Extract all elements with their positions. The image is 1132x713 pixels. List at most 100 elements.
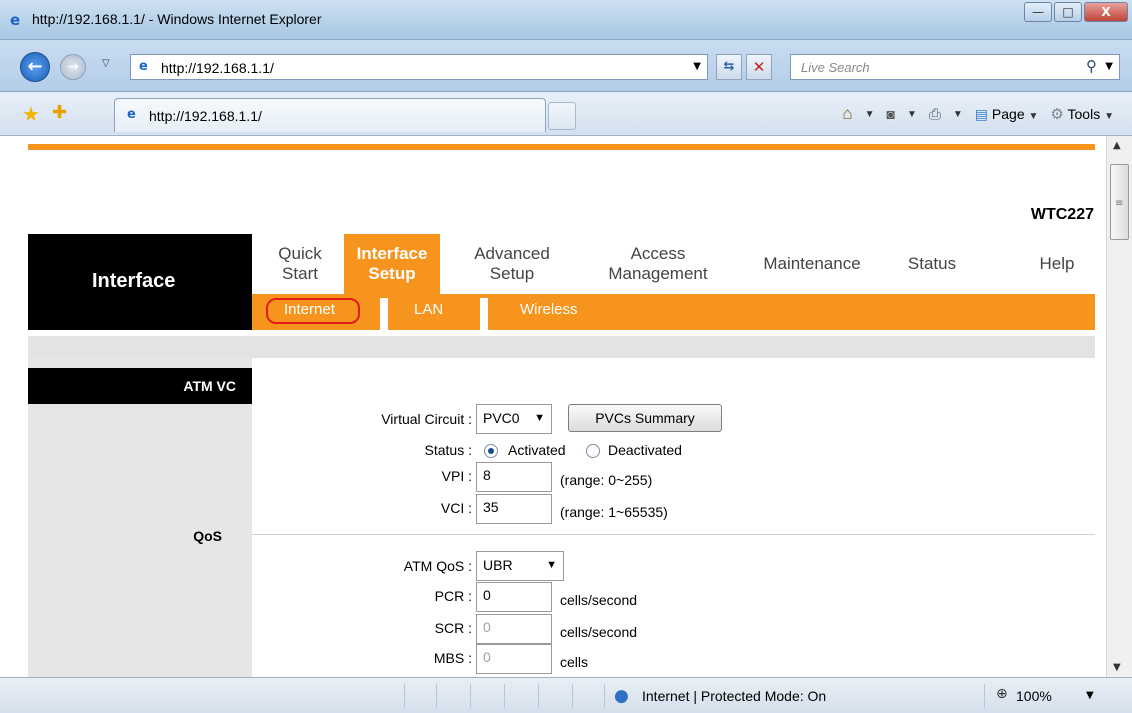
mbs-label: MBS : [433, 650, 472, 666]
status-divider [504, 684, 505, 708]
favorites-star-icon[interactable]: ★ [22, 102, 40, 126]
tab-favicon-icon: e [127, 107, 136, 122]
subnav-internet[interactable]: Internet [284, 301, 335, 318]
subnav-wireless[interactable]: Wireless [520, 301, 578, 318]
vpi-label: VPI : [441, 468, 472, 484]
feeds-dropdown-icon[interactable]: ▼ [907, 109, 917, 120]
scr-input[interactable]: 0 [476, 614, 552, 644]
address-field[interactable]: e http://192.168.1.1/ ▼ [130, 54, 708, 80]
nav-advanced-setup[interactable]: Advanced Setup [460, 234, 564, 294]
status-divider [572, 684, 573, 708]
feeds-icon[interactable]: ◙ [887, 106, 895, 122]
qos-label: QoS [193, 528, 222, 544]
status-activated-radio[interactable] [484, 444, 498, 458]
print-dropdown-icon[interactable]: ▼ [953, 109, 963, 120]
nav-maintenance[interactable]: Maintenance [742, 234, 882, 294]
nav-label: Access Management [608, 244, 708, 283]
address-dropdown-icon[interactable]: ▼ [693, 61, 701, 72]
nav-help[interactable]: Help [1022, 234, 1092, 294]
nav-access-management[interactable]: Access Management [590, 234, 726, 294]
atm-qos-select[interactable]: UBR ▼ [476, 551, 564, 581]
mbs-unit: cells [560, 654, 589, 670]
window-controls: — □ X [1024, 2, 1128, 22]
status-divider [404, 684, 405, 708]
status-deactivated-radio[interactable] [586, 444, 600, 458]
chevron-down-icon: ▼ [546, 559, 557, 571]
scrollbar-grip-icon: ≡ [1115, 198, 1124, 209]
subnav-separator [480, 298, 488, 330]
status-divider [470, 684, 471, 708]
virtual-circuit-value: PVC0 [483, 410, 520, 426]
home-icon[interactable]: ⌂ [842, 104, 852, 124]
scroll-down-icon[interactable]: ▼ [1113, 662, 1121, 673]
home-dropdown-icon[interactable]: ▼ [865, 109, 875, 120]
address-url[interactable]: http://192.168.1.1/ [161, 60, 274, 76]
page-dropdown-icon: ▼ [1028, 110, 1039, 122]
new-tab-button[interactable] [548, 102, 576, 130]
page-icon: ▤ [974, 105, 989, 122]
scr-unit: cells/second [560, 624, 638, 640]
nav-label: Maintenance [763, 254, 861, 273]
refresh-button[interactable]: ⇆ [716, 54, 742, 80]
status-divider [538, 684, 539, 708]
vertical-scrollbar[interactable]: ▲ ≡ ▼ [1106, 136, 1132, 677]
address-toolbar: ← → ▽ e http://192.168.1.1/ ▼ ⇆ ✕ Live S… [0, 40, 1132, 92]
add-favorite-icon[interactable]: ✚ [52, 102, 67, 123]
atm-settings-form: Virtual Circuit : PVC0 ▼ PVCs Summary St… [252, 358, 1095, 677]
minimize-button[interactable]: — [1024, 2, 1052, 22]
scr-label: SCR : [434, 620, 472, 636]
virtual-circuit-select[interactable]: PVC0 ▼ [476, 404, 552, 434]
forward-button[interactable]: → [60, 54, 86, 80]
nav-interface-setup[interactable]: Interface Setup [344, 234, 440, 294]
tools-dropdown-icon: ▼ [1104, 111, 1114, 122]
vpi-input[interactable]: 8 [476, 462, 552, 492]
nav-status[interactable]: Status [892, 234, 972, 294]
zoom-dropdown-icon[interactable]: ▼ [1086, 690, 1094, 701]
pcr-input[interactable]: 0 [476, 582, 552, 612]
tools-menu[interactable]: ⚙ Tools ▼ [1050, 105, 1114, 123]
vpi-range: (range: 0~255) [560, 472, 653, 488]
search-input[interactable]: Live Search ⚲ ▼ [790, 54, 1120, 80]
stop-button[interactable]: ✕ [746, 54, 772, 80]
pvcs-summary-button[interactable]: PVCs Summary [568, 404, 722, 432]
page-menu[interactable]: ▤ Page ▼ [975, 106, 1039, 123]
command-items: ⌂ ▼ ◙ ▼ ⎙ ▼ ▤ Page ▼ ⚙ Tools ▼ [842, 104, 1114, 124]
scroll-up-icon[interactable]: ▲ [1113, 140, 1121, 151]
atm-qos-label: ATM QoS : [403, 558, 472, 574]
atm-vc-label: ATM VC [183, 378, 236, 394]
maximize-button[interactable]: □ [1054, 2, 1082, 22]
history-dropdown-icon[interactable]: ▽ [102, 58, 110, 69]
window-title: http://192.168.1.1/ - Windows Internet E… [32, 11, 322, 27]
search-icon[interactable]: ⚲ [1086, 57, 1097, 75]
back-button[interactable]: ← [20, 52, 50, 82]
status-deactivated-label: Deactivated [608, 442, 682, 458]
content-header-band [28, 336, 1095, 358]
tools-menu-label: Tools [1067, 106, 1101, 122]
browser-tab[interactable]: e http://192.168.1.1/ [114, 98, 546, 132]
subnav-lan[interactable]: LAN [414, 301, 443, 318]
nav-quick-start[interactable]: Quick Start [252, 234, 348, 294]
security-zone[interactable]: Internet | Protected Mode: On [642, 688, 826, 704]
vci-label: VCI : [440, 500, 472, 516]
close-button[interactable]: X [1084, 2, 1128, 22]
vci-input[interactable]: 35 [476, 494, 552, 524]
left-label-column: ATM VC QoS [28, 358, 252, 677]
nav-label: Advanced Setup [474, 244, 550, 283]
pcr-unit: cells/second [560, 592, 638, 608]
status-bar: ● Internet | Protected Mode: On ⊕ 100% ▼ [0, 677, 1132, 713]
nav-label: Interface Setup [356, 244, 428, 283]
tab-title: http://192.168.1.1/ [149, 108, 262, 124]
print-icon[interactable]: ⎙ [929, 106, 941, 123]
zoom-level[interactable]: 100% [1016, 688, 1052, 704]
nav-label: Help [1039, 254, 1075, 273]
status-label: Status : [424, 442, 472, 458]
search-dropdown-icon[interactable]: ▼ [1105, 61, 1113, 72]
zoom-icon[interactable]: ⊕ [996, 686, 1008, 702]
section-banner: Interface [28, 234, 252, 330]
globe-icon: ● [614, 686, 629, 706]
sub-nav: Internet LAN Wireless [252, 294, 1095, 330]
mbs-input[interactable]: 0 [476, 644, 552, 674]
vci-range: (range: 1~65535) [560, 504, 668, 520]
chevron-down-icon: ▼ [534, 412, 545, 424]
status-divider [604, 684, 605, 708]
